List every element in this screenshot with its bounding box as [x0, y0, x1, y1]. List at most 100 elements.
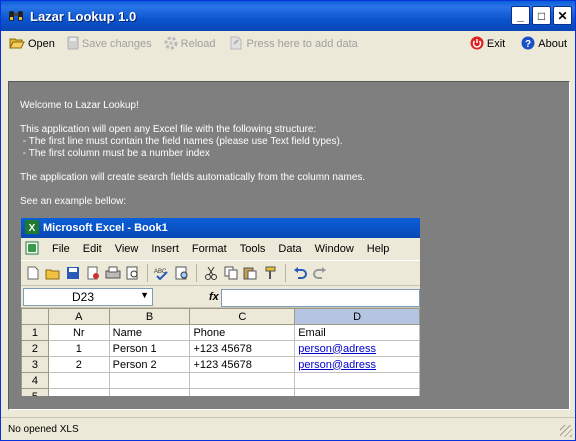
cell: [294, 372, 420, 389]
cell: [108, 372, 191, 389]
instructions-text: Welcome to Lazar Lookup! This applicatio…: [20, 100, 365, 208]
table-row: 1 Nr Name Phone Email: [21, 324, 420, 341]
row-header: 3: [21, 356, 49, 373]
excel-menu-data: Data: [278, 243, 302, 255]
excel-menu-window: Window: [314, 243, 354, 255]
column-header-c: C: [189, 308, 296, 325]
about-label: About: [538, 38, 567, 50]
add-data-label: Press here to add data: [246, 38, 358, 50]
print-preview-icon: [125, 265, 141, 281]
copy-icon: [223, 265, 239, 281]
cell: person@adress: [294, 356, 420, 373]
excel-menu-format: Format: [191, 243, 227, 255]
cell: [294, 388, 420, 396]
window-title: Lazar Lookup 1.0: [30, 8, 137, 24]
excel-menu-bar: File Edit View Insert Format Tools Data …: [21, 238, 420, 260]
cell: +123 45678: [189, 356, 296, 373]
intro-line: This application will open any Excel fil…: [20, 124, 317, 135]
save-changes-button[interactable]: Save changes: [63, 34, 156, 54]
exit-label: Exit: [486, 38, 506, 50]
resize-grip[interactable]: [560, 425, 572, 437]
research-icon: [174, 265, 190, 281]
row-header: 2: [21, 340, 49, 357]
example-line: See an example bellow:: [20, 196, 127, 207]
format-painter-icon: [263, 265, 279, 281]
select-all-corner: [21, 308, 49, 325]
cell: Phone: [189, 324, 296, 341]
column-header-row: A B C D: [21, 308, 420, 325]
add-data-button[interactable]: Press here to add data: [224, 34, 362, 54]
table-row: 4: [21, 372, 420, 389]
cell: Nr: [47, 324, 110, 341]
cell: +123 45678: [189, 340, 296, 357]
excel-example-image: X Microsoft Excel - Book1 File Edit View…: [21, 218, 420, 396]
folder-open-icon: [9, 36, 25, 53]
cell: 1: [47, 340, 110, 357]
main-window: Lazar Lookup 1.0 _ □ ✕ Open Save changes…: [0, 0, 576, 441]
exit-button[interactable]: Exit: [466, 34, 509, 54]
minimize-icon: _: [517, 8, 524, 23]
excel-menu-view: View: [114, 243, 139, 255]
open-button[interactable]: Open: [5, 34, 59, 54]
new-file-icon: [25, 265, 41, 281]
binoculars-icon: [8, 8, 24, 24]
email-link: person@adress: [298, 358, 377, 371]
cell: [108, 388, 191, 396]
cell: [47, 372, 110, 389]
reload-label: Reload: [180, 38, 216, 50]
svg-text:?: ?: [525, 39, 531, 50]
excel-formula-input: [221, 289, 420, 307]
excel-toolbar: ABC: [21, 260, 420, 286]
rule-2-line: - The first column must be a number inde…: [20, 148, 210, 159]
column-header-d: D: [294, 308, 420, 325]
excel-title: Microsoft Excel - Book1: [43, 222, 168, 234]
excel-grid: A B C D 1 Nr Name Phone Email 2 1 Person…: [21, 308, 420, 396]
toolbar: Open Save changes Reload Press here to a…: [1, 31, 575, 57]
cut-icon: [203, 265, 219, 281]
close-icon: ✕: [557, 8, 568, 23]
open-folder-icon: [45, 265, 61, 281]
svg-text:X: X: [29, 223, 36, 234]
cell: [189, 372, 296, 389]
rule-1-line: - The first line must contain the field …: [20, 136, 343, 147]
reload-button[interactable]: Reload: [160, 34, 220, 54]
permission-icon: [85, 265, 101, 281]
about-button[interactable]: ? About: [517, 34, 571, 54]
add-document-icon: [228, 36, 244, 53]
title-bar[interactable]: Lazar Lookup 1.0 _ □ ✕: [1, 1, 575, 31]
row-header: 4: [21, 372, 49, 389]
info-panel: Welcome to Lazar Lookup! This applicatio…: [8, 81, 570, 410]
minimize-button[interactable]: _: [511, 6, 530, 25]
help-icon: ?: [521, 36, 535, 53]
excel-menu-help: Help: [366, 243, 390, 255]
auto-fields-line: The application will create search field…: [20, 172, 366, 183]
status-bar: No opened XLS: [1, 417, 575, 440]
status-text: No opened XLS: [8, 423, 79, 435]
spelling-icon: ABC: [154, 265, 170, 281]
table-row: 3 2 Person 2 +123 45678 person@adress: [21, 356, 420, 373]
excel-menu-tools: Tools: [239, 243, 266, 255]
cell: 2: [47, 356, 110, 373]
redo-icon: [312, 265, 328, 281]
excel-menu-edit: Edit: [82, 243, 102, 255]
row-header: 5: [21, 388, 49, 396]
close-button[interactable]: ✕: [553, 6, 572, 25]
save-disk-icon: [65, 265, 81, 281]
name-box-value: D23: [72, 289, 95, 304]
excel-title-bar: X Microsoft Excel - Book1: [21, 218, 420, 238]
excel-menu-file: File: [52, 243, 70, 255]
chevron-down-icon: ▼: [140, 289, 149, 300]
welcome-line: Welcome to Lazar Lookup!: [20, 100, 139, 111]
reload-gear-icon: [164, 36, 178, 53]
table-row: 2 1 Person 1 +123 45678 person@adress: [21, 340, 420, 357]
table-row: 5: [21, 388, 420, 396]
maximize-button[interactable]: □: [532, 6, 551, 25]
print-icon: [105, 265, 121, 281]
column-header-a: A: [47, 308, 110, 325]
fx-label: fx: [209, 290, 219, 303]
cell: person@adress: [294, 340, 420, 357]
cell: Name: [108, 324, 191, 341]
excel-doc-icon: [25, 241, 39, 258]
column-header-b: B: [108, 308, 191, 325]
open-label: Open: [28, 38, 55, 50]
